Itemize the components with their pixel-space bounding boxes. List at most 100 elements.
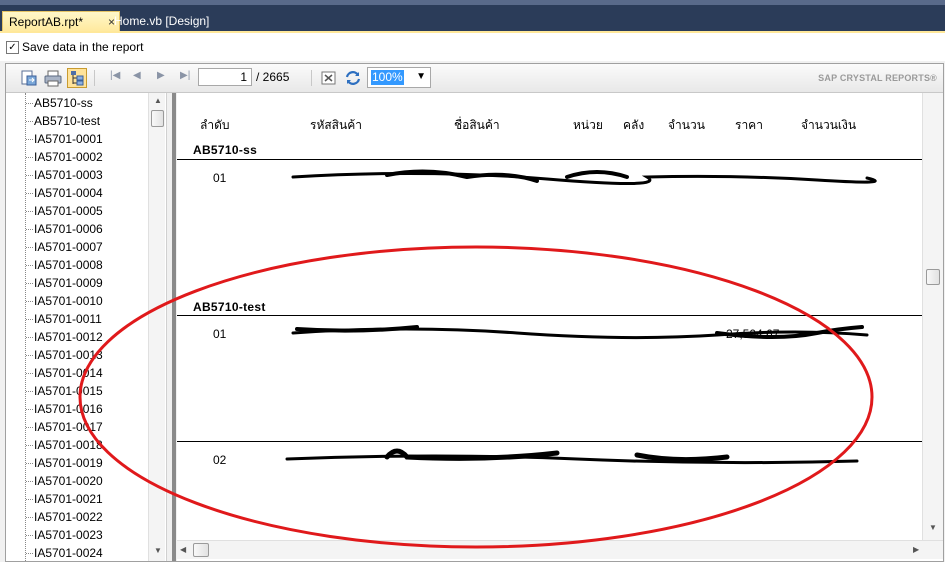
group-tree-item[interactable]: IA5701-0003: [34, 166, 103, 184]
tree-connector: [26, 427, 33, 428]
tree-connector: [26, 355, 33, 356]
tree-connector: [26, 139, 33, 140]
tree-connector: [26, 211, 33, 212]
group-tree-item[interactable]: IA5701-0001: [34, 130, 103, 148]
tree-connector: [26, 391, 33, 392]
toolbar-separator: [94, 70, 95, 86]
print-icon[interactable]: [43, 68, 63, 88]
group-tree-item[interactable]: IA5701-0013: [34, 346, 103, 364]
tree-connector: [26, 157, 33, 158]
refresh-icon[interactable]: [343, 68, 363, 88]
window-top-edge: [0, 0, 945, 5]
group-tree-item[interactable]: IA5701-0007: [34, 238, 103, 256]
report-document: ✓ Save data in the report |◀ ◀ ▶ ▶| 1 / …: [0, 33, 945, 562]
group-tree-item[interactable]: AB5710-ss: [34, 94, 93, 112]
scroll-down-icon[interactable]: ▼: [929, 523, 937, 532]
redaction-mark: [291, 171, 877, 186]
group-tree-item[interactable]: AB5710-test: [34, 112, 100, 130]
tree-connector: [26, 499, 33, 500]
group-tree-item[interactable]: IA5701-0018: [34, 436, 103, 454]
previous-page-icon[interactable]: ◀: [133, 70, 141, 81]
tab-home-vb-design[interactable]: Home.vb [Design]: [108, 11, 238, 32]
group-tree-item[interactable]: IA5701-0024: [34, 544, 103, 561]
document-tab-strip: ReportAB.rpt* × Home.vb [Design]: [0, 0, 945, 33]
tree-connector: [26, 373, 33, 374]
scroll-thumb[interactable]: [193, 543, 209, 557]
tree-connector: [26, 229, 33, 230]
group-tree-item[interactable]: IA5701-0016: [34, 400, 103, 418]
tree-connector: [26, 265, 33, 266]
redaction-mark: [285, 454, 859, 465]
tree-connector: [26, 535, 33, 536]
group-tree-item[interactable]: IA5701-0020: [34, 472, 103, 490]
viewer-toolbar: |◀ ◀ ▶ ▶| 1 / 2665 100% ▼ SAP CRYSTAL RE…: [6, 64, 943, 93]
scroll-right-icon[interactable]: ▶: [913, 545, 919, 554]
tree-connector: [26, 481, 33, 482]
group-tree-item[interactable]: IA5701-0006: [34, 220, 103, 238]
scroll-thumb[interactable]: [151, 110, 164, 127]
page-number-input[interactable]: 1: [198, 68, 252, 86]
scroll-up-icon[interactable]: ▲: [154, 96, 162, 105]
group-tree-item[interactable]: IA5701-0010: [34, 292, 103, 310]
group-tree-item[interactable]: IA5701-0014: [34, 364, 103, 382]
zoom-value: 100%: [371, 70, 404, 85]
total-pages-label: / 2665: [256, 70, 290, 84]
save-data-label: Save data in the report: [22, 40, 144, 54]
group-tree-item[interactable]: IA5701-0009: [34, 274, 103, 292]
scroll-down-icon[interactable]: ▼: [154, 546, 162, 555]
zoom-select[interactable]: 100% ▼: [367, 67, 431, 88]
tree-connector: [26, 301, 33, 302]
redaction-mark: [385, 169, 629, 183]
tree-connector: [26, 517, 33, 518]
group-tree: AB5710-ss AB5710-test IA5701-0001 IA5701-00…: [6, 93, 165, 561]
group-tree-item[interactable]: IA5701-0015: [34, 382, 103, 400]
tree-connector: [26, 445, 33, 446]
group-tree-item[interactable]: IA5701-0005: [34, 202, 103, 220]
toolbar-separator: [311, 70, 312, 86]
tree-connector: [26, 337, 33, 338]
group-tree-item[interactable]: IA5701-0021: [34, 490, 103, 508]
tree-connector-line: [25, 93, 26, 561]
group-tree-scrollbar[interactable]: ▲ ▼: [148, 93, 165, 561]
group-tree-item[interactable]: IA5701-0023: [34, 526, 103, 544]
next-page-icon[interactable]: ▶: [157, 70, 165, 81]
stop-icon[interactable]: [319, 68, 339, 88]
group-tree-item[interactable]: IA5701-0012: [34, 328, 103, 346]
crystal-report-viewer: |◀ ◀ ▶ ▶| 1 / 2665 100% ▼ SAP CRYSTAL RE…: [5, 63, 944, 562]
group-tree-item[interactable]: IA5701-0004: [34, 184, 103, 202]
group-tree-item[interactable]: IA5701-0008: [34, 256, 103, 274]
tree-connector: [26, 463, 33, 464]
sap-crystal-reports-logo: SAP CRYSTAL REPORTS®: [818, 73, 937, 83]
toggle-group-tree-icon[interactable]: [67, 68, 87, 88]
redaction-scribbles: [285, 169, 877, 465]
tree-connector: [26, 175, 33, 176]
tab-label: ReportAB.rpt*: [9, 15, 84, 29]
tree-connector: [26, 121, 33, 122]
tree-connector: [26, 553, 33, 554]
tree-connector: [26, 319, 33, 320]
first-page-icon[interactable]: |◀: [110, 70, 120, 81]
group-tree-item[interactable]: IA5701-0022: [34, 508, 103, 526]
page-edge: [172, 93, 176, 561]
last-page-icon[interactable]: ▶|: [180, 70, 190, 81]
group-tree-item[interactable]: IA5701-0011: [34, 310, 102, 328]
export-icon[interactable]: [18, 68, 38, 88]
tree-connector: [26, 283, 33, 284]
report-vertical-scrollbar[interactable]: ▼: [922, 93, 943, 540]
tree-connector: [26, 193, 33, 194]
tab-reportab-rpt[interactable]: ReportAB.rpt* ×: [2, 11, 120, 33]
scroll-thumb[interactable]: [926, 269, 940, 285]
save-data-checkbox[interactable]: ✓: [6, 41, 19, 54]
chevron-down-icon: ▼: [416, 71, 426, 82]
tab-label: Home.vb [Design]: [114, 14, 210, 28]
group-tree-item[interactable]: IA5701-0017: [34, 418, 103, 436]
tree-connector: [26, 247, 33, 248]
tree-connector: [26, 409, 33, 410]
tree-connector: [26, 103, 33, 104]
scroll-left-icon[interactable]: ◀: [180, 545, 186, 554]
save-data-bar: ✓ Save data in the report: [0, 33, 945, 61]
report-horizontal-scrollbar[interactable]: ◀ ▶: [177, 540, 943, 559]
panel-splitter[interactable]: [166, 93, 177, 561]
group-tree-item[interactable]: IA5701-0019: [34, 454, 103, 472]
group-tree-item[interactable]: IA5701-0002: [34, 148, 103, 166]
